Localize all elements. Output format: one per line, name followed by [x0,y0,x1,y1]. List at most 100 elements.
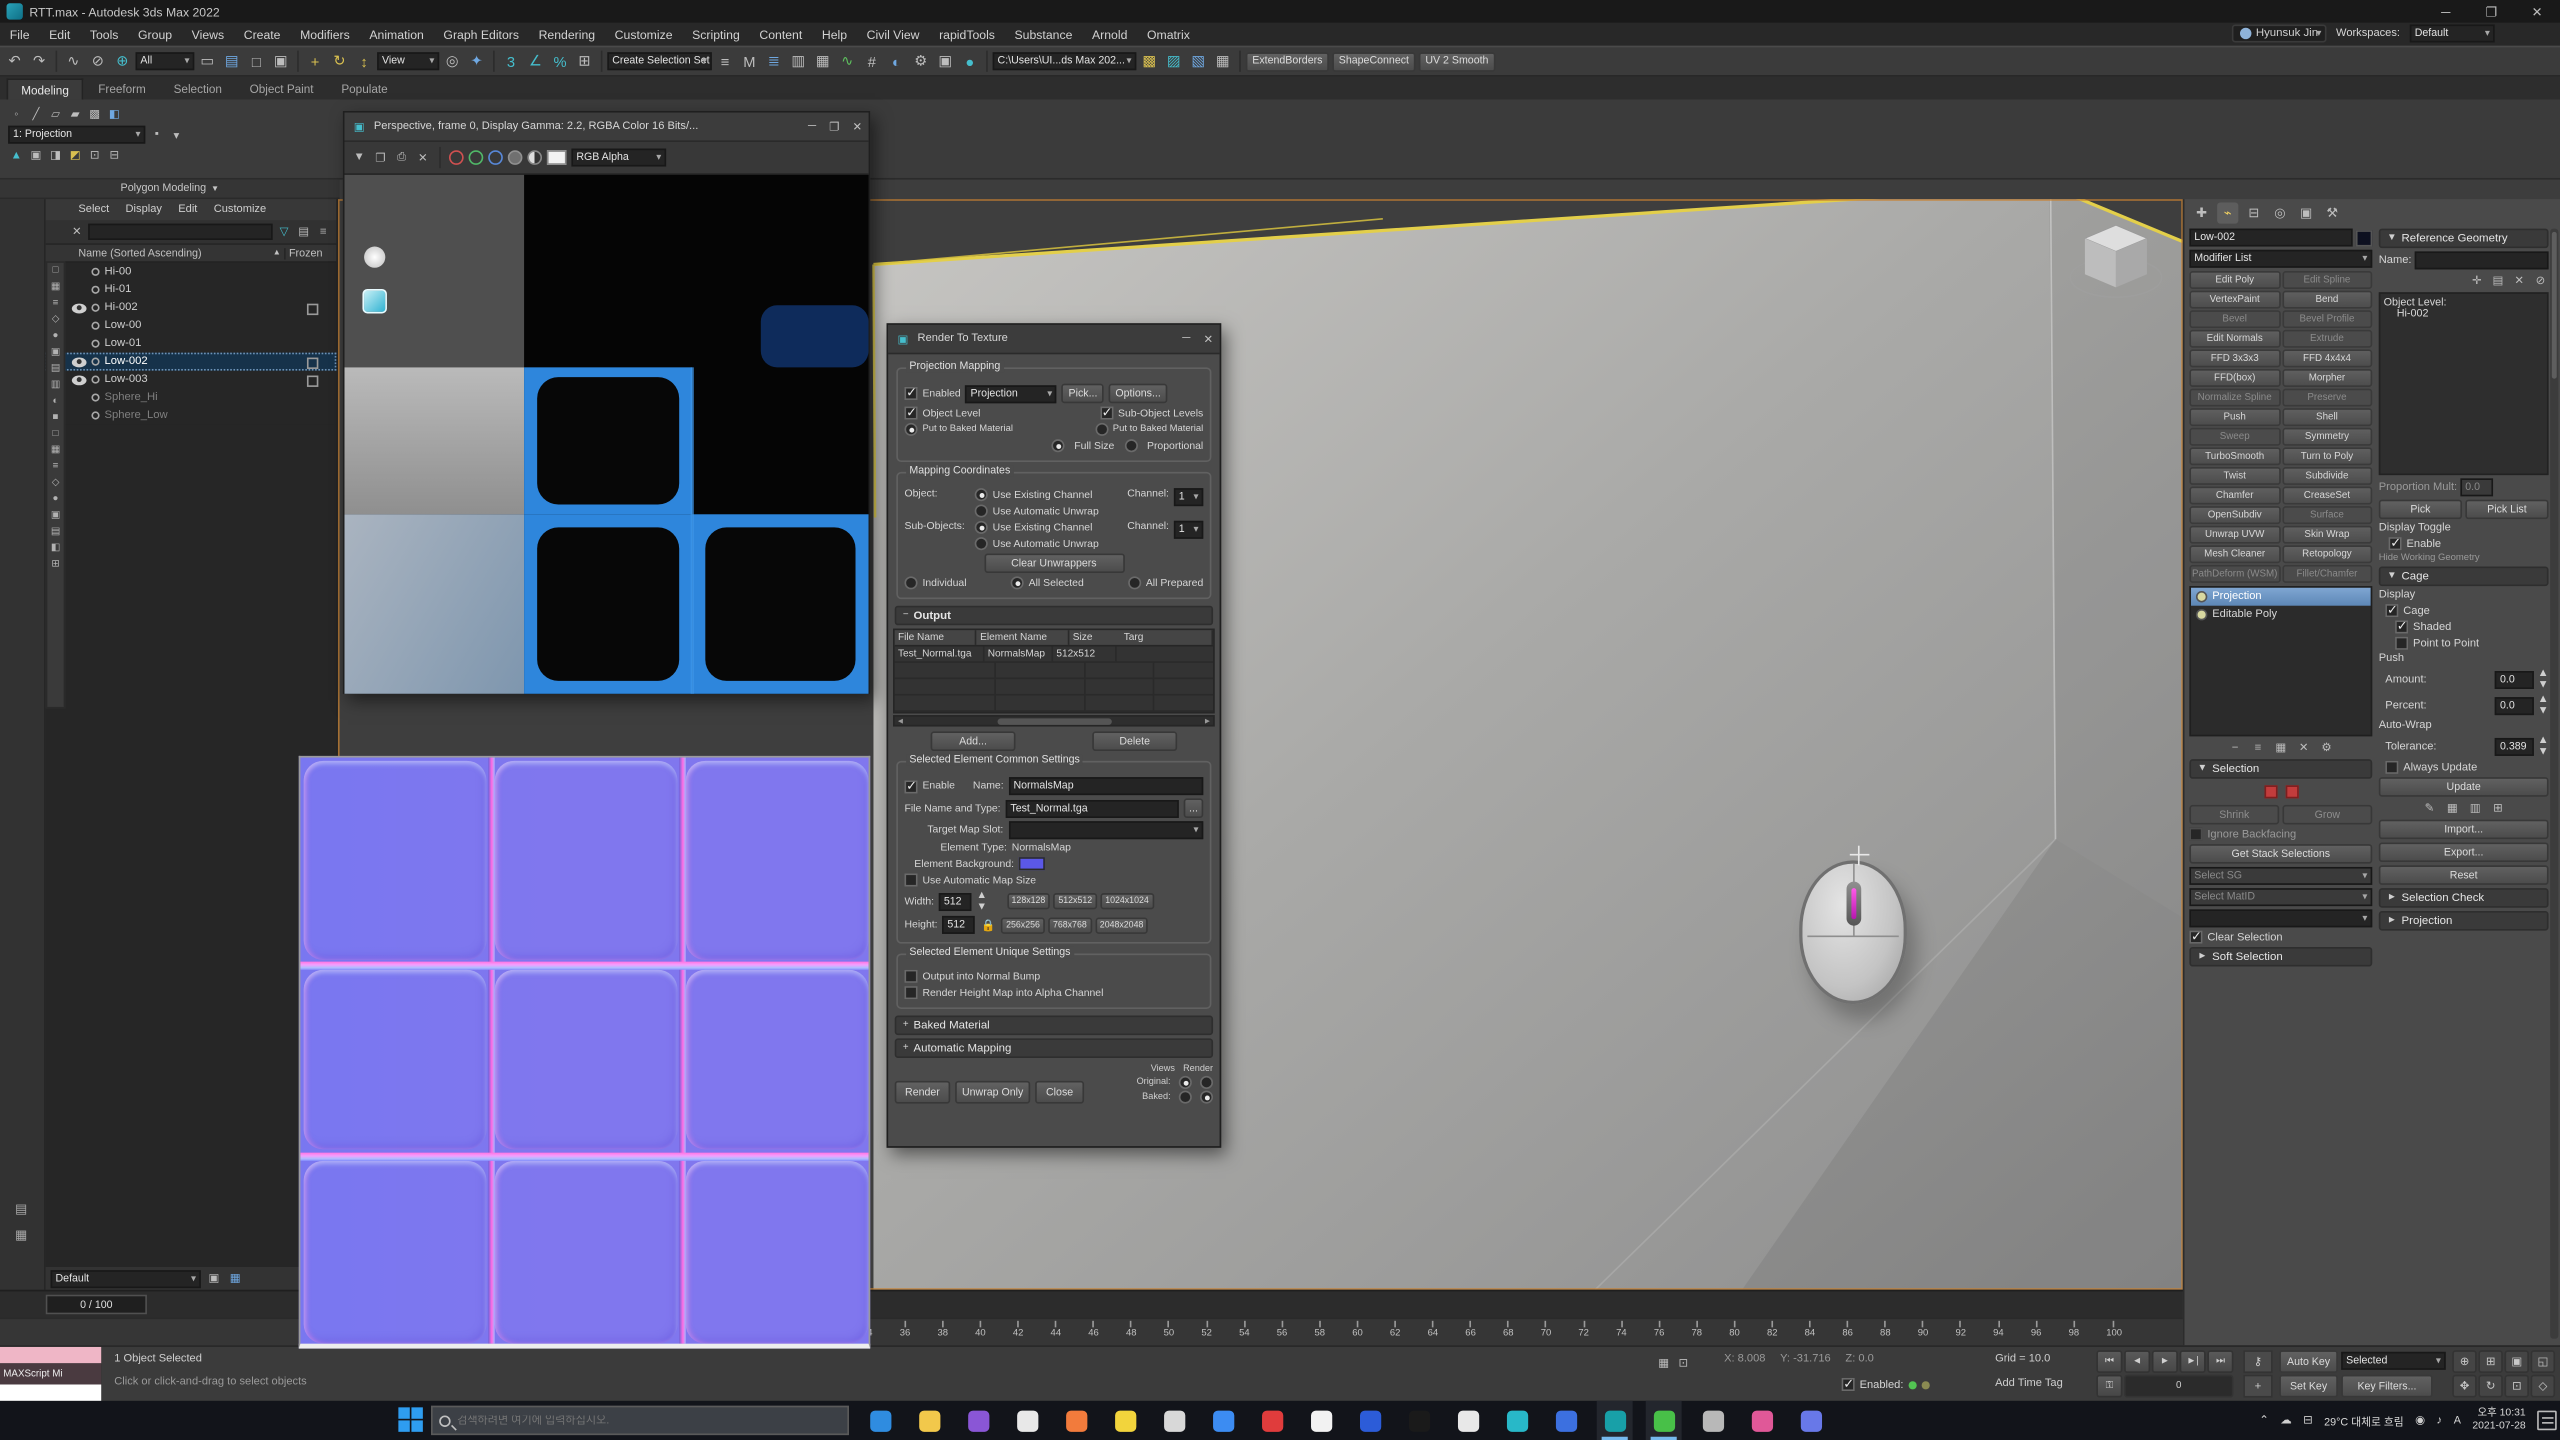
baked-render-radio[interactable] [1200,1091,1213,1104]
export-button[interactable]: Export... [2379,842,2549,862]
ribbon-tool-icon-1[interactable]: ▲ [8,147,24,163]
taskbar-search-box[interactable] [431,1406,849,1435]
select-and-scale-icon[interactable]: ↕ [353,49,376,73]
modifier-button[interactable]: Symmetry [2282,428,2373,446]
isolate-selection-icon[interactable]: ▦ [1656,1355,1672,1371]
modifier-button[interactable]: Retopology [2282,545,2373,563]
selection-check-rollout-header[interactable]: ►Selection Check [2379,888,2549,908]
angle-snap-icon[interactable]: ∠ [524,49,547,73]
ribbon-vertex-icon[interactable]: ◦ [8,106,24,122]
subobject-channel-spinner[interactable]: 1 [1174,521,1203,539]
scene-object-row[interactable]: Hi-00 [46,263,337,281]
use-pivot-center-icon[interactable]: ◎ [441,49,464,73]
close-button[interactable]: ✕ [2514,0,2560,23]
menu-item[interactable]: Rendering [529,27,605,42]
height-alpha-checkbox[interactable] [904,986,917,999]
explorer-list-icon[interactable]: ≡ [315,224,331,240]
render-production-icon[interactable]: ● [958,49,981,73]
align-icon[interactable]: ≣ [762,49,785,73]
ribbon-expand-icon[interactable]: ▾ [168,127,184,143]
output-column-header[interactable]: Element Name [977,630,1070,645]
modifier-button[interactable]: Push [2189,408,2280,426]
auto-map-size-checkbox[interactable] [904,873,917,886]
toolbar-extra-icon-3[interactable]: ▧ [1187,49,1210,73]
hierarchy-tab-icon[interactable]: ⊟ [2243,202,2264,223]
output-normal-bump-checkbox[interactable] [904,970,917,983]
rail-icon[interactable]: ◐ [53,397,59,408]
delete-element-button[interactable]: Delete [1092,731,1177,751]
ignore-backfacing-checkbox[interactable] [2189,828,2202,841]
menu-item[interactable]: Graph Editors [434,27,529,42]
modifier-button[interactable]: Preserve [2282,389,2373,407]
taskbar-app-button[interactable] [1450,1401,1486,1440]
width-spin-arrows[interactable]: ▲▼ [977,890,988,913]
utilities-tab-icon[interactable]: ⚒ [2322,202,2343,223]
macro-recorder-row[interactable] [0,1347,101,1363]
soft-selection-rollout-header[interactable]: ►Soft Selection [2189,947,2372,967]
rail-icon[interactable]: ≡ [53,299,59,310]
explorer-footer-icon-1[interactable]: ▣ [206,1270,222,1286]
object-channel-spinner[interactable]: 1 [1174,488,1203,506]
selection-rollout-header[interactable]: ▼Selection [2189,759,2372,779]
modifier-button[interactable]: Edit Normals [2189,330,2280,348]
cage-tool-icon-1[interactable]: ✎ [2421,800,2437,816]
projection-rollout-header[interactable]: ►Projection [2379,911,2549,931]
object-use-auto-radio[interactable] [975,504,988,517]
reference-geometry-rollout-header[interactable]: ▼Reference Geometry [2379,229,2549,249]
reference-coordinate-dropdown[interactable]: View [377,52,439,70]
save-image-icon[interactable]: ▼ [351,149,367,165]
rail-icon[interactable]: ● [53,331,59,342]
cage-rollout-header[interactable]: ▼Cage [2379,567,2549,587]
select-and-manipulate-icon[interactable]: ✦ [465,49,488,73]
window-crossing-icon[interactable]: ▣ [269,49,292,73]
toolbar-extra-icon-2[interactable]: ▨ [1162,49,1185,73]
modifier-button[interactable]: Twist [2189,467,2280,485]
scene-object-row[interactable]: Hi-002 [46,299,337,317]
name-column-header[interactable]: Name (Sorted Ascending) [78,247,272,258]
print-image-icon[interactable]: ⎙ [393,149,409,165]
rtt-title-bar[interactable]: ▣ Render To Texture ─ ✕ [888,325,1219,354]
modifier-button[interactable]: Unwrap UVW [2189,526,2280,544]
menu-item[interactable]: Create [234,27,290,42]
ribbon-tool-icon-5[interactable]: ⊡ [87,147,103,163]
put-to-baked-left-radio[interactable] [904,423,917,436]
selection-lock-icon[interactable]: ⊡ [1675,1355,1691,1371]
visibility-eye-icon[interactable] [72,303,87,313]
undo-icon[interactable]: ↶ [3,49,26,73]
all-prepared-radio[interactable] [1128,576,1141,589]
menu-item[interactable]: Content [750,27,813,42]
projection-modifier-dropdown[interactable]: Projection [966,384,1057,402]
monochrome-channel-icon[interactable] [527,150,542,165]
point-to-point-checkbox[interactable] [2395,637,2408,650]
channel-display-dropdown[interactable]: RGB Alpha [571,149,666,167]
pick-projection-button[interactable]: Pick... [1062,384,1104,404]
modifier-stack-item[interactable]: Projection [2191,588,2371,606]
visibility-eye-icon[interactable] [72,357,87,367]
mouse-3d-object[interactable] [1799,860,1907,1004]
menu-item[interactable]: Views [182,27,234,42]
cage-checkbox[interactable] [2385,604,2398,617]
rail-icon[interactable]: ◇ [52,478,60,489]
automatic-mapping-rollout-header[interactable]: +Automatic Mapping [895,1038,1213,1058]
unwrap-only-button[interactable]: Unwrap Only [955,1081,1030,1104]
select-and-rotate-icon[interactable]: ↻ [328,49,351,73]
menu-item[interactable]: Animation [360,27,434,42]
menu-item[interactable]: Customize [605,27,682,42]
edit-named-selection-icon[interactable]: ≡ [713,49,736,73]
zoom-icon[interactable]: ⊕ [2452,1350,2476,1373]
rtt-close-button[interactable]: ✕ [1203,332,1213,345]
spinner-snap-icon[interactable]: ⊞ [573,49,596,73]
rail-icon[interactable]: □ [53,429,59,440]
remove-modifier-icon[interactable]: ✕ [2296,740,2312,756]
output-rollout-header[interactable]: −Output [895,606,1213,626]
scroll-thumb[interactable] [997,718,1111,725]
maxscript-mini-listener[interactable]: MAXScript Mi [0,1347,101,1403]
clear-image-icon[interactable]: ✕ [415,149,431,165]
size-preset-button[interactable]: 1024x1024 [1100,893,1153,909]
rail-icon[interactable]: ▥ [51,380,60,391]
taskbar-app-button[interactable] [1744,1401,1780,1440]
volume-icon[interactable]: ♪ [2437,1415,2443,1426]
reference-geometry-list[interactable]: Object Level: Hi-002 [2379,292,2549,475]
cage-tool-icon-4[interactable]: ⊞ [2490,800,2506,816]
scene-object-row[interactable]: Hi-01 [46,281,337,299]
